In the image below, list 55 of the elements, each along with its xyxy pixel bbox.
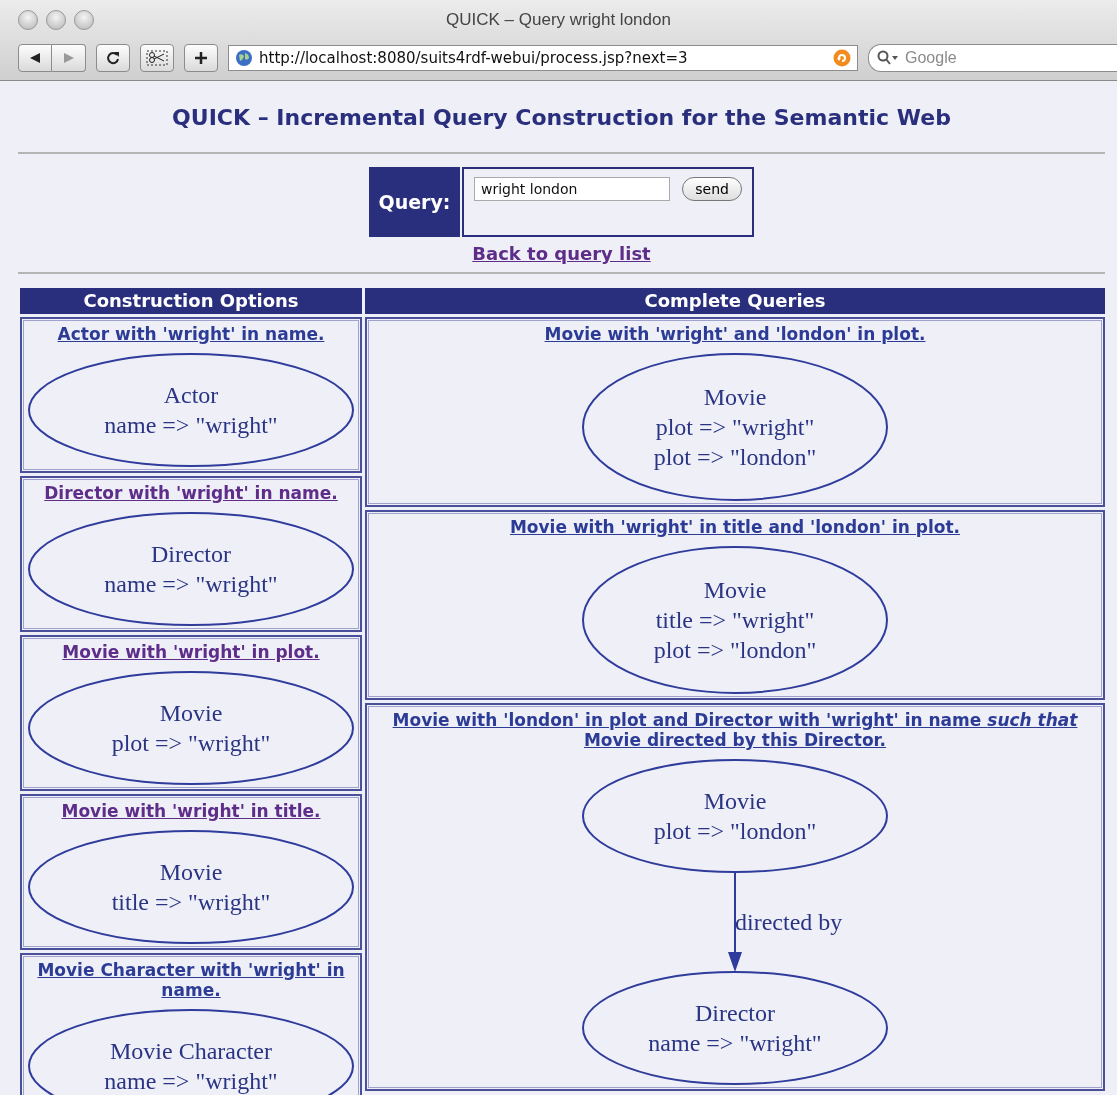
- left-triangle-icon: [29, 52, 41, 64]
- query-input[interactable]: wright london: [474, 177, 671, 201]
- query-link[interactable]: Movie with 'wright' in plot.: [62, 642, 320, 662]
- node-label: plot => "london": [653, 818, 817, 844]
- node-label: Director: [695, 1000, 775, 1026]
- node-label: Movie Character: [110, 1038, 272, 1064]
- node-label: Movie: [703, 788, 767, 814]
- node-label: Movie: [159, 700, 223, 726]
- node-label: plot => "wright": [111, 730, 271, 756]
- node-label: name => "wright": [104, 571, 278, 597]
- minimize-icon[interactable]: [46, 10, 66, 30]
- node-label: title => "wright": [111, 889, 271, 915]
- node-label: Movie: [703, 577, 767, 603]
- column-header: Complete Queries: [365, 288, 1105, 314]
- scissors-button[interactable]: [140, 44, 174, 72]
- zoom-icon[interactable]: [74, 10, 94, 30]
- plus-icon: [194, 51, 208, 65]
- node-label: name => "wright": [104, 412, 278, 438]
- query-link[interactable]: Director with 'wright' in name.: [44, 483, 338, 503]
- scissors-icon: [146, 50, 168, 66]
- node-label: plot => "wright": [655, 414, 815, 440]
- globe-icon: [235, 49, 253, 67]
- page-heading: QUICK – Incremental Query Construction for the Semantic Web: [171, 104, 952, 132]
- query-link[interactable]: Movie with 'wright' in title and 'london' in plot.: [509, 517, 961, 537]
- column-header: Construction Options: [20, 288, 362, 314]
- search-field[interactable]: Google: [868, 44, 1117, 72]
- back-button[interactable]: [18, 44, 52, 72]
- node-label: Movie: [159, 859, 223, 885]
- send-button[interactable]: send: [682, 177, 742, 201]
- query-link[interactable]: Movie with 'wright' and 'london' in plot.: [544, 324, 926, 344]
- node-label: Movie: [703, 384, 767, 410]
- address-field[interactable]: http://localhost:8080/suits4rdf-webui/process.jsp?next=3: [228, 45, 858, 71]
- query-link[interactable]: Actor with 'wright' in name.: [57, 324, 325, 344]
- window-title: QUICK – Query wright london: [446, 10, 672, 30]
- close-icon[interactable]: [18, 10, 38, 30]
- back-link[interactable]: Back to query list: [472, 243, 651, 264]
- node-label: name => "wright": [648, 1030, 822, 1056]
- rss-icon[interactable]: [833, 49, 851, 67]
- node-label: Actor: [163, 382, 219, 408]
- node-label: title => "wright": [655, 607, 815, 633]
- search-icon: [877, 50, 899, 66]
- node-label: plot => "london": [653, 444, 817, 470]
- node-label: name => "wright": [104, 1068, 278, 1094]
- node-label: Director: [151, 541, 231, 567]
- node-label: plot => "london": [653, 637, 817, 663]
- query-link[interactable]: Movie Character with 'wright' in name.: [26, 960, 356, 1000]
- query-link[interactable]: Movie with 'wright' in title.: [61, 801, 321, 821]
- search-input[interactable]: Google: [903, 48, 1027, 68]
- query-link[interactable]: Movie with 'london' in plot and Director with 'wright' in name such that Movie directed by this Director.: [371, 710, 1099, 750]
- new-tab-button[interactable]: [184, 44, 218, 72]
- right-triangle-icon: [62, 52, 75, 64]
- edge-label: directed by: [735, 909, 843, 935]
- query-label: Query:: [369, 167, 460, 237]
- reload-button[interactable]: [96, 44, 130, 72]
- reload-icon: [105, 50, 121, 66]
